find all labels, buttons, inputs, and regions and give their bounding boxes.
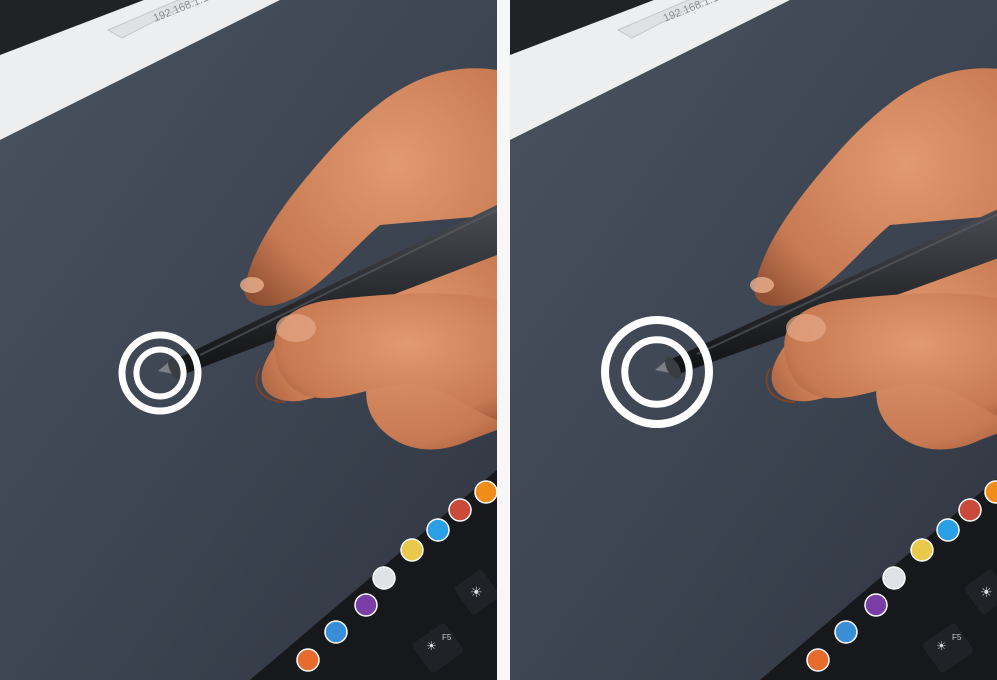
word-icon[interactable] xyxy=(958,498,982,522)
app-icon[interactable] xyxy=(910,538,934,562)
tablet-scene: 192.168.1.10 ☀ ☀ F5 xyxy=(0,0,497,680)
ie-icon[interactable] xyxy=(324,620,348,644)
word-icon[interactable] xyxy=(448,498,472,522)
thumbnail-nail xyxy=(786,314,826,342)
vlc-icon[interactable] xyxy=(474,480,497,504)
brightness-low-icon: ☀ xyxy=(936,639,947,653)
fingernail xyxy=(750,277,774,293)
fingernail xyxy=(240,277,264,293)
firefox-icon[interactable] xyxy=(806,648,830,672)
twitter-icon[interactable] xyxy=(936,518,960,542)
photo-left: 192.168.1.10 ☀ ☀ F5 xyxy=(0,0,497,680)
brightness-low-icon: ☀ xyxy=(426,639,437,653)
ie-icon[interactable] xyxy=(834,620,858,644)
firefox-icon[interactable] xyxy=(296,648,320,672)
signature-icon[interactable] xyxy=(372,566,396,590)
photo-divider xyxy=(497,0,510,680)
tablet-scene: 192.168.1.10 ☀ ☀ F5 xyxy=(510,0,997,680)
app-icon[interactable] xyxy=(400,538,424,562)
key-label: F5 xyxy=(952,633,962,642)
twitter-icon[interactable] xyxy=(426,518,450,542)
photo-right: 192.168.1.10 ☀ ☀ F5 xyxy=(510,0,997,680)
onenote-icon[interactable] xyxy=(864,593,888,617)
signature-icon[interactable] xyxy=(882,566,906,590)
key-label: F5 xyxy=(442,633,452,642)
thumbnail-nail xyxy=(276,314,316,342)
brightness-icon: ☀ xyxy=(470,585,483,601)
onenote-icon[interactable] xyxy=(354,593,378,617)
brightness-icon: ☀ xyxy=(980,585,993,601)
